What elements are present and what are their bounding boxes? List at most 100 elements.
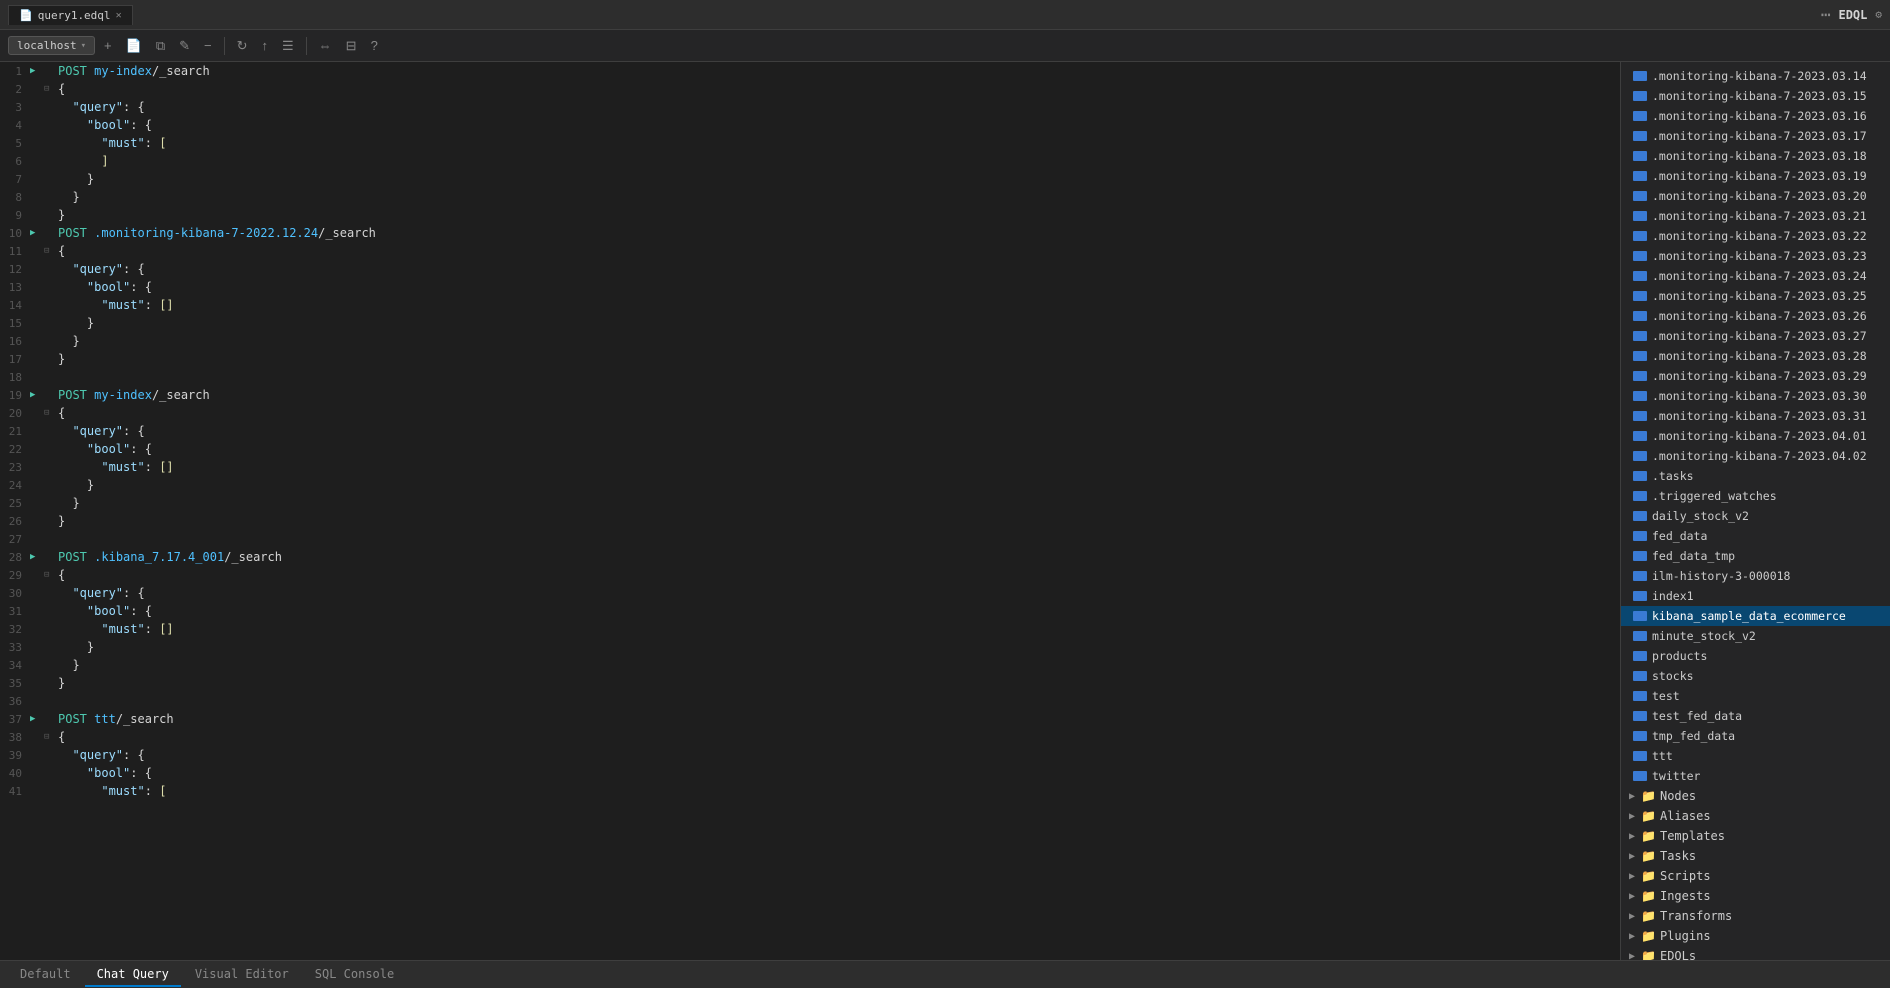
sidebar-index-item[interactable]: .monitoring-kibana-7-2023.03.31 [1621,406,1890,426]
sidebar-index-item[interactable]: ttt [1621,746,1890,766]
line-number: 33 [0,641,30,654]
shrink-button[interactable]: ⊟ [341,35,362,57]
expand-button[interactable]: ⇔ [314,35,337,56]
sidebar-index-item[interactable]: .monitoring-kibana-7-2023.03.22 [1621,226,1890,246]
line-content: { [56,406,1620,420]
code-line: 10▶POST .monitoring-kibana-7-2022.12.24/… [0,224,1620,242]
file-button[interactable]: 📄 [121,35,147,57]
fold-button[interactable]: ⊟ [44,570,56,580]
tab-close-icon[interactable]: ✕ [116,10,122,21]
copy-button[interactable]: ⧉ [151,35,170,57]
line-number: 38 [0,731,30,744]
sidebar-index-item[interactable]: fed_data [1621,526,1890,546]
section-label: Transforms [1660,909,1732,923]
sidebar-index-item[interactable]: .monitoring-kibana-7-2023.03.30 [1621,386,1890,406]
bottom-tab-default[interactable]: Default [8,963,83,987]
sidebar-index-item[interactable]: .monitoring-kibana-7-2023.04.02 [1621,446,1890,466]
sidebar-index-item[interactable]: .monitoring-kibana-7-2023.03.16 [1621,106,1890,126]
help-button[interactable]: ? [366,35,383,56]
sidebar-index-item[interactable]: .monitoring-kibana-7-2023.03.14 [1621,66,1890,86]
edit-button[interactable]: ✎ [174,35,195,57]
line-number: 21 [0,425,30,438]
sidebar-index-item[interactable]: .triggered_watches [1621,486,1890,506]
upload-button[interactable]: ↑ [257,35,274,56]
sidebar-index-item[interactable]: daily_stock_v2 [1621,506,1890,526]
sidebar-index-item[interactable]: .monitoring-kibana-7-2023.03.23 [1621,246,1890,266]
editor-area[interactable]: 1▶POST my-index/_search2⊟{3 "query": {4 … [0,62,1620,960]
sidebar-section-plugins[interactable]: ▶📁Plugins [1621,926,1890,946]
sidebar-section-tasks[interactable]: ▶📁Tasks [1621,846,1890,866]
sidebar-section-edqls[interactable]: ▶📁EDQLs [1621,946,1890,960]
line-content: POST .kibana_7.17.4_001/_search [56,550,1620,564]
code-line: 27 [0,530,1620,548]
sidebar-index-item[interactable]: .monitoring-kibana-7-2023.03.20 [1621,186,1890,206]
sidebar-index-item[interactable]: ilm-history-3-000018 [1621,566,1890,586]
host-selector[interactable]: localhost ▾ [8,36,95,55]
run-query-button[interactable]: ▶ [30,390,44,400]
more-icon[interactable]: ⋯ [1821,5,1831,24]
sidebar-index-item[interactable]: .tasks [1621,466,1890,486]
sidebar-section-ingests[interactable]: ▶📁Ingests [1621,886,1890,906]
sidebar-index-item[interactable]: .monitoring-kibana-7-2023.03.28 [1621,346,1890,366]
index-icon [1633,131,1647,141]
line-content: } [56,208,1620,222]
code-line: 4 "bool": { [0,116,1620,134]
fold-button[interactable]: ⊟ [44,408,56,418]
sidebar-index-item[interactable]: tmp_fed_data [1621,726,1890,746]
sidebar-index-item[interactable]: .monitoring-kibana-7-2023.03.29 [1621,366,1890,386]
sidebar-index-item[interactable]: .monitoring-kibana-7-2023.03.19 [1621,166,1890,186]
bottom-tab-chat-query[interactable]: Chat Query [85,963,181,987]
sidebar-index-item[interactable]: stocks [1621,666,1890,686]
gear-icon[interactable]: ⚙ [1875,8,1882,21]
sidebar-index-item[interactable]: .monitoring-kibana-7-2023.03.24 [1621,266,1890,286]
line-number: 39 [0,749,30,762]
sidebar-section-scripts[interactable]: ▶📁Scripts [1621,866,1890,886]
editor-tab[interactable]: 📄 query1.edql ✕ [8,5,133,25]
sidebar-section-aliases[interactable]: ▶📁Aliases [1621,806,1890,826]
sidebar-index-item[interactable]: kibana_sample_data_ecommerce [1621,606,1890,626]
sidebar-index-item[interactable]: .monitoring-kibana-7-2023.03.15 [1621,86,1890,106]
fold-button[interactable]: ⊟ [44,246,56,256]
line-number: 20 [0,407,30,420]
run-query-button[interactable]: ▶ [30,228,44,238]
run-query-button[interactable]: ▶ [30,552,44,562]
sidebar-index-item[interactable]: .monitoring-kibana-7-2023.03.17 [1621,126,1890,146]
sidebar-index-item[interactable]: .monitoring-kibana-7-2023.03.25 [1621,286,1890,306]
refresh-button[interactable]: ↻ [232,35,253,57]
run-query-button[interactable]: ▶ [30,714,44,724]
sidebar-index-item[interactable]: .monitoring-kibana-7-2023.03.26 [1621,306,1890,326]
folder-icon: 📁 [1641,829,1656,843]
sidebar-section-transforms[interactable]: ▶📁Transforms [1621,906,1890,926]
sidebar-index-item[interactable]: test [1621,686,1890,706]
code-line: 16 } [0,332,1620,350]
index-name: kibana_sample_data_ecommerce [1652,609,1846,623]
bottom-tab-visual-editor[interactable]: Visual Editor [183,963,301,987]
list-button[interactable]: ☰ [277,35,299,57]
index-list[interactable]: .monitoring-kibana-7-2023.03.14.monitori… [1621,62,1890,960]
line-content: "bool": { [56,118,1620,132]
sidebar-index-item[interactable]: minute_stock_v2 [1621,626,1890,646]
sidebar-index-item[interactable]: products [1621,646,1890,666]
run-query-button[interactable]: ▶ [30,66,44,76]
sidebar-section-templates[interactable]: ▶📁Templates [1621,826,1890,846]
minus-button[interactable]: − [199,35,217,56]
sidebar-index-item[interactable]: index1 [1621,586,1890,606]
index-name: .monitoring-kibana-7-2023.03.25 [1652,289,1867,303]
sidebar-index-item[interactable]: .monitoring-kibana-7-2023.03.21 [1621,206,1890,226]
line-content: POST ttt/_search [56,712,1620,726]
bottom-tab-sql-console[interactable]: SQL Console [303,963,406,987]
sidebar-index-item[interactable]: twitter [1621,766,1890,786]
line-number: 3 [0,101,30,114]
code-line: 39 "query": { [0,746,1620,764]
add-button[interactable]: + [99,35,117,56]
sidebar-index-item[interactable]: fed_data_tmp [1621,546,1890,566]
sidebar-index-item[interactable]: .monitoring-kibana-7-2023.03.27 [1621,326,1890,346]
fold-button[interactable]: ⊟ [44,84,56,94]
sidebar-index-item[interactable]: .monitoring-kibana-7-2023.04.01 [1621,426,1890,446]
sidebar-section-nodes[interactable]: ▶📁Nodes [1621,786,1890,806]
sidebar-index-item[interactable]: .monitoring-kibana-7-2023.03.18 [1621,146,1890,166]
sidebar-index-item[interactable]: test_fed_data [1621,706,1890,726]
folder-icon: 📁 [1641,889,1656,903]
code-line: 8 } [0,188,1620,206]
fold-button[interactable]: ⊟ [44,732,56,742]
